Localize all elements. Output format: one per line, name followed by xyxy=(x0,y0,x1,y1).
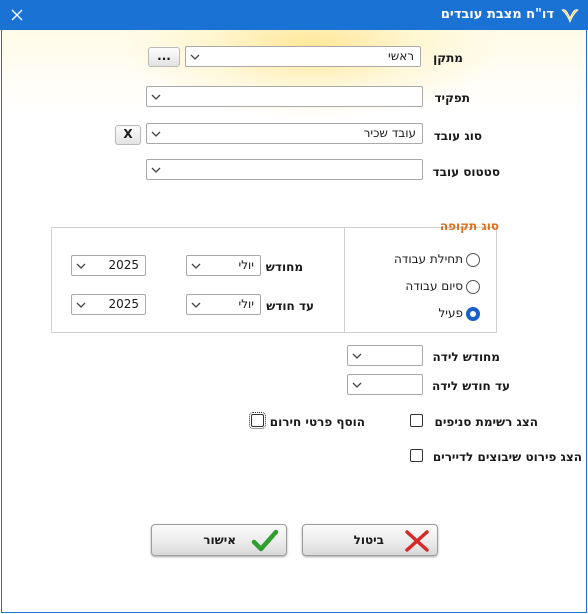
to-year-select[interactable]: 2025 xyxy=(71,294,146,315)
close-button[interactable] xyxy=(0,0,34,30)
from-month-select[interactable]: יולי xyxy=(186,255,261,276)
chevron-down-icon xyxy=(76,263,86,269)
add-emergency-label: הוסף פרטי חירום xyxy=(269,415,365,429)
employee-status-select[interactable] xyxy=(146,159,423,180)
to-year-value: 2025 xyxy=(108,297,139,311)
from-month-label: מחודש xyxy=(265,260,303,274)
app-logo-icon xyxy=(561,9,579,24)
cancel-button[interactable]: ביטול xyxy=(302,524,438,556)
period-title: סוג תקופה xyxy=(439,219,499,233)
chevron-down-icon xyxy=(76,302,86,308)
to-month-select[interactable]: יולי xyxy=(186,294,261,315)
chevron-down-icon xyxy=(190,54,200,60)
window-title: דו"ח מצבת עובדים xyxy=(440,7,554,22)
chevron-down-icon xyxy=(151,167,161,173)
installer-label: מתקן xyxy=(433,51,463,65)
x-cross-icon xyxy=(405,530,429,552)
close-icon xyxy=(11,9,23,21)
chevron-down-icon xyxy=(352,353,362,359)
role-label: תפקיד xyxy=(434,91,470,105)
birth-to-select[interactable] xyxy=(347,374,423,395)
to-month-label: עד חודש xyxy=(266,299,314,313)
chevron-down-icon xyxy=(151,131,161,137)
radio-start-work[interactable] xyxy=(466,253,480,267)
from-year-select[interactable]: 2025 xyxy=(71,255,146,276)
employee-status-label: סטטוס עובד xyxy=(432,165,500,179)
employee-type-clear-button[interactable]: X xyxy=(115,125,141,145)
checkmark-icon xyxy=(251,529,279,552)
installer-browse-button[interactable]: ... xyxy=(148,47,180,67)
from-year-value: 2025 xyxy=(108,258,139,272)
role-select[interactable] xyxy=(146,86,423,107)
radio-active[interactable] xyxy=(466,307,480,321)
employee-type-select[interactable]: עובד שכיר xyxy=(146,123,423,144)
radio-end-work[interactable] xyxy=(466,280,480,294)
employee-type-label: סוג עובד xyxy=(433,129,482,143)
show-assignments-checkbox[interactable] xyxy=(410,449,423,462)
employee-type-value: עובד שכיר xyxy=(363,126,416,140)
add-emergency-checkbox[interactable] xyxy=(249,412,266,429)
title-bar: דו"ח מצבת עובדים xyxy=(0,0,588,30)
chevron-down-icon xyxy=(151,94,161,100)
show-assignments-label: הצג פירוט שיבוצים לדיירים xyxy=(432,450,582,464)
chevron-down-icon xyxy=(191,263,201,269)
installer-select[interactable]: ראשי xyxy=(185,46,421,67)
to-month-value: יולי xyxy=(238,297,254,311)
birth-from-label: מחודש לידה xyxy=(432,350,500,364)
cancel-button-label: ביטול xyxy=(353,533,384,547)
show-branches-label: הצג רשימת סניפים xyxy=(434,415,538,429)
period-group-divider xyxy=(344,228,345,332)
radio-label-start: תחילת עבודה xyxy=(393,252,463,266)
radio-label-active: פעיל xyxy=(438,306,463,320)
radio-label-end: סיום עבודה xyxy=(405,279,463,293)
installer-value: ראשי xyxy=(388,49,414,63)
birth-from-select[interactable] xyxy=(347,345,423,366)
ok-button-label: אישור xyxy=(203,533,236,547)
show-branches-checkbox[interactable] xyxy=(410,414,423,427)
from-month-value: יולי xyxy=(238,258,254,272)
chevron-down-icon xyxy=(352,382,362,388)
chevron-down-icon xyxy=(191,302,201,308)
ok-button[interactable]: אישור xyxy=(151,524,287,556)
birth-to-label: עד חודש לידה xyxy=(431,379,510,393)
